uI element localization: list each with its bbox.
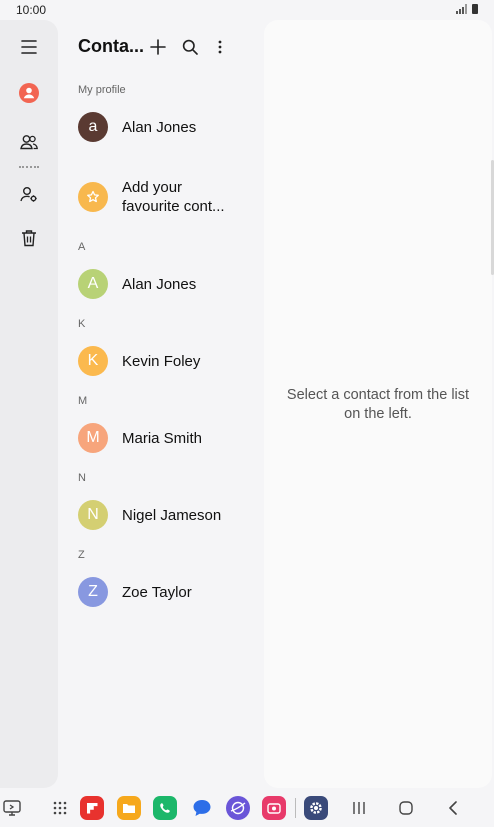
section-letter-m: M [78,395,88,407]
search-button[interactable] [177,34,203,60]
avatar: A [78,269,108,299]
contact-name: Nigel Jameson [122,506,222,524]
list-item[interactable]: M Maria Smith [78,423,258,453]
detail-pane: Select a contact from the list on the le… [264,20,492,788]
settings-app-button[interactable] [304,796,328,820]
contact-list-pane: Conta... My profile a Alan Jones Add you… [58,20,264,788]
taskbar-separator [295,798,296,818]
my-profile-row[interactable]: a Alan Jones [78,112,258,142]
contact-name: Zoe Taylor [122,583,192,601]
status-icons [456,4,478,14]
recents-nav-button[interactable] [347,796,371,820]
menu-icon [21,40,37,54]
search-icon [182,39,198,55]
settings-icon [310,802,322,814]
recents-nav-icon [353,802,365,814]
avatar: N [78,500,108,530]
section-my-profile: My profile [78,84,126,96]
files-icon [123,804,135,813]
screen-recorder-app-button[interactable] [262,796,286,820]
messages-icon [193,800,211,816]
star-icon [78,182,108,212]
contact-name: Kevin Foley [122,352,201,370]
home-nav-icon [399,801,413,815]
avatar: K [78,346,108,376]
trash-icon [22,230,36,247]
profile-icon [19,83,39,103]
app-drawer-icon [53,801,67,815]
messages-app-button[interactable] [190,796,214,820]
section-letter-k: K [78,318,86,330]
section-letter-z: Z [78,549,85,561]
contacts-icon [20,135,38,150]
internet-app-button[interactable] [226,796,250,820]
app-drawer-button[interactable] [48,796,72,820]
page-title: Conta... [78,36,144,56]
list-item[interactable]: K Kevin Foley [78,346,258,376]
add-favourite-row[interactable]: Add your favourite cont... [78,178,258,216]
phone-app-button[interactable] [153,796,177,820]
screen-recorder-icon [267,803,281,814]
list-item[interactable]: N Nigel Jameson [78,500,258,530]
back-nav-icon [449,801,457,815]
menu-button[interactable] [14,32,44,62]
battery-icon [472,4,478,14]
manage-contacts-button[interactable] [14,179,44,209]
recent-apps-button[interactable] [0,796,24,820]
contacts-button[interactable] [14,127,44,157]
internet-icon [230,801,246,815]
list-item[interactable]: Z Zoe Taylor [78,577,258,607]
more-options-button[interactable] [207,34,233,60]
taskbar [0,788,494,827]
add-contact-button[interactable] [145,34,171,60]
avatar: a [78,112,108,142]
section-letter-n: N [78,472,86,484]
flipboard-app-button[interactable] [80,796,104,820]
section-letter-a: A [78,241,86,253]
more-vertical-icon [218,40,222,54]
contact-name: Maria Smith [122,429,203,447]
files-app-button[interactable] [117,796,141,820]
signal-icon [456,4,467,14]
rail-divider [19,166,39,168]
plus-icon [150,39,166,55]
manage-contacts-icon [20,186,37,202]
home-nav-button[interactable] [394,796,418,820]
contact-name: Alan Jones [122,275,197,293]
back-nav-button[interactable] [441,796,465,820]
empty-detail-message: Select a contact from the list on the le… [286,387,470,422]
navigation-rail [0,20,58,788]
flipboard-icon [86,802,98,814]
list-item[interactable]: A Alan Jones [78,269,258,299]
avatar: M [78,423,108,453]
phone-icon [160,803,170,813]
avatar: Z [78,577,108,607]
status-bar: 10:00 [0,0,494,20]
recent-apps-icon [3,800,21,816]
profile-button[interactable] [14,78,44,108]
add-favourite-label: Add your favourite cont... [122,179,225,215]
trash-button[interactable] [14,223,44,253]
status-time: 10:00 [16,3,47,17]
contact-name: Alan Jones [122,118,197,136]
